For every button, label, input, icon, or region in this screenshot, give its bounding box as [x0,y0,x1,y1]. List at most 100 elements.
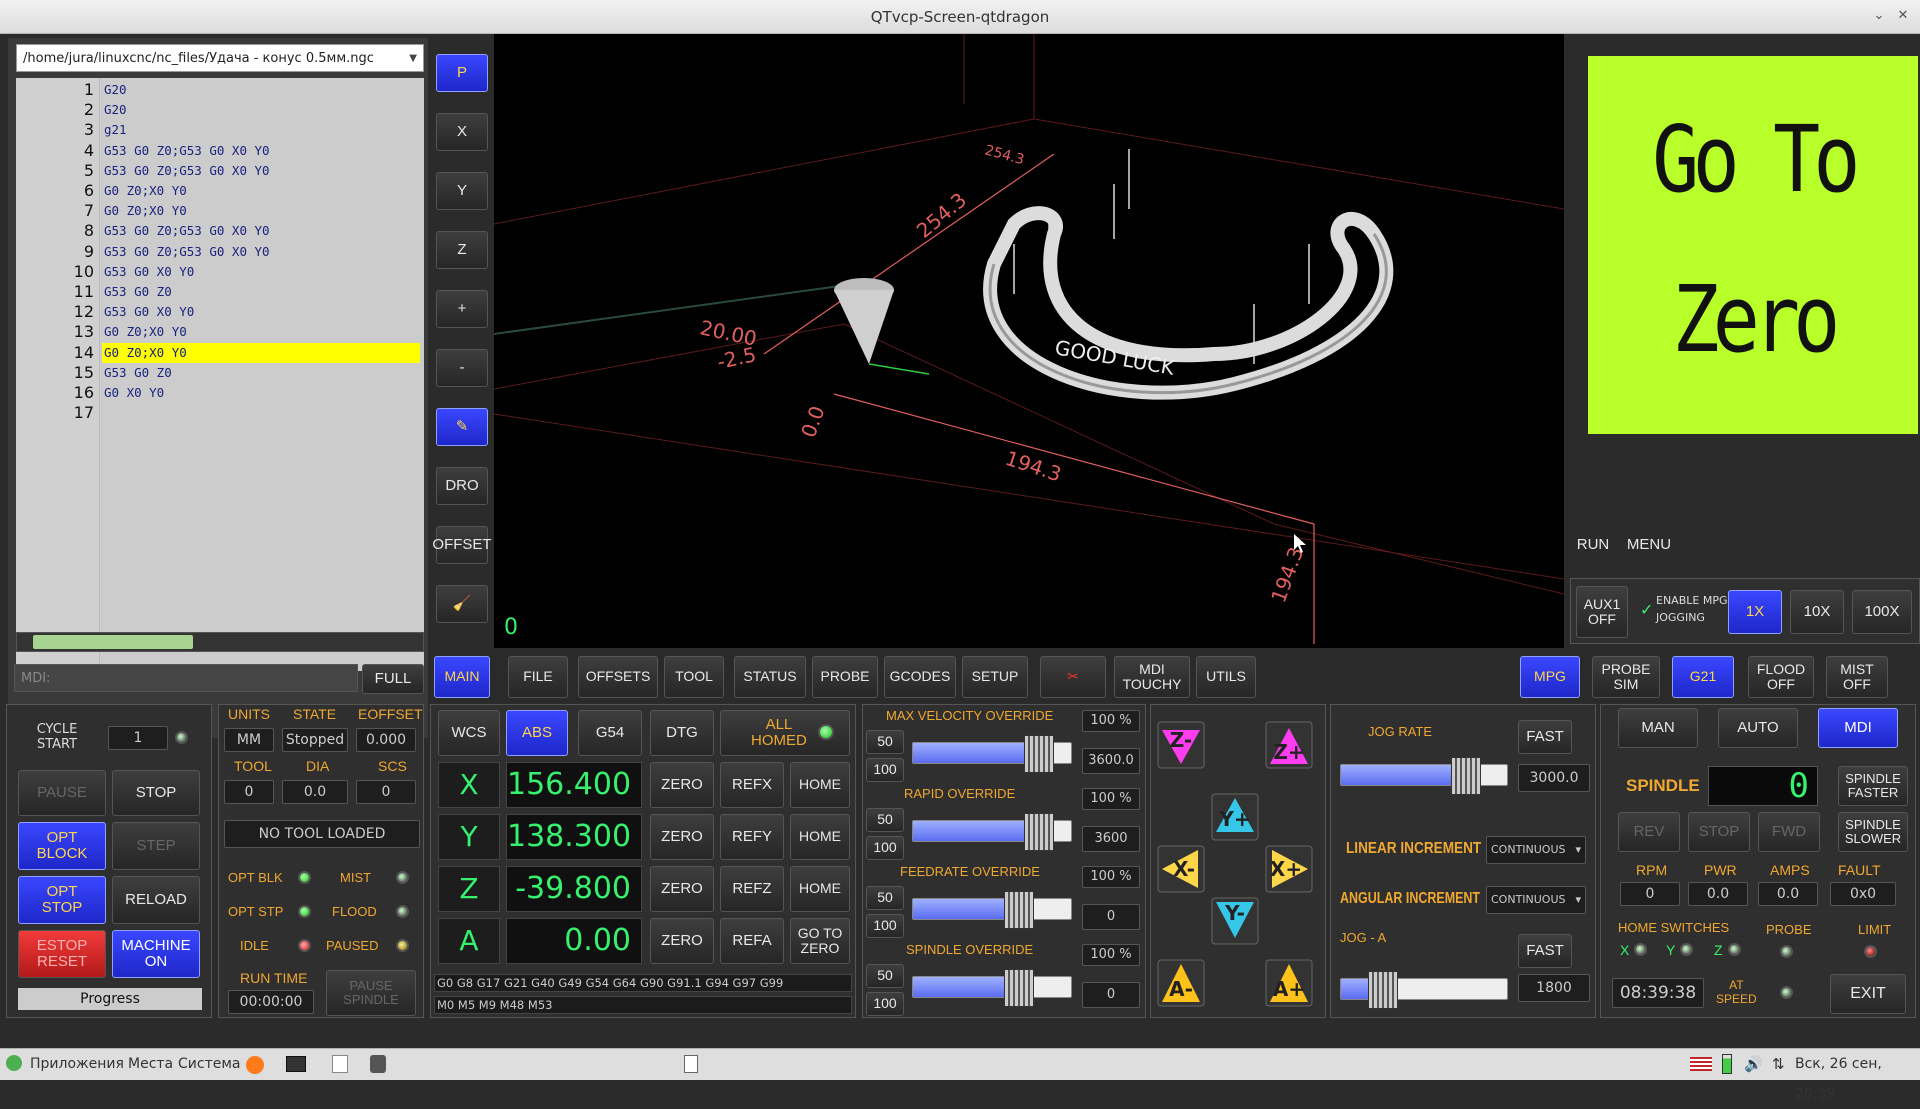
override-100-button[interactable]: 100 [866,836,904,860]
zero-z-button[interactable]: ZERO [650,866,714,912]
zero-y-button[interactable]: ZERO [650,814,714,860]
taskbar-clock[interactable]: Вск, 26 сен, 20:39 [1795,1049,1920,1109]
slider-handle[interactable] [1024,735,1055,773]
code-line[interactable]: 6 G0 Z0;X0 Y0 [16,181,424,201]
cycle-start-label[interactable]: CYCLE START [20,722,94,752]
tab-main[interactable]: MAIN [434,656,490,698]
view-y-button[interactable]: Y [436,172,488,210]
3d-preview-viewport[interactable]: 254.3 254.3 20.00 -2.5 0.0 194.3 194.3 G… [494,34,1564,648]
view-z-button[interactable]: Z [436,231,488,269]
slider-handle[interactable] [1003,891,1034,929]
step-button[interactable]: STEP [112,822,200,870]
override-slider[interactable] [912,735,1072,773]
spindle-faster-button[interactable]: SPINDLE FASTER [1838,766,1908,806]
exit-button[interactable]: EXIT [1830,974,1906,1014]
code-line[interactable]: 15 G53 G0 Z0 [16,363,424,383]
us-flag-icon[interactable] [1690,1057,1712,1071]
tab-utils[interactable]: UTILS [1196,656,1256,698]
check-icon[interactable]: ✓ [1640,600,1653,619]
full-button[interactable]: FULL [362,664,424,694]
tab-tools[interactable]: ✂ [1040,656,1106,698]
tab-setup[interactable]: SETUP [962,656,1028,698]
horizontal-scrollbar[interactable] [16,632,424,652]
tab-file[interactable]: FILE [508,656,568,698]
code-line[interactable]: 5 G53 G0 Z0;G53 G0 X0 Y0 [16,161,424,181]
slider-handle[interactable] [1003,969,1034,1007]
zero-x-button[interactable]: ZERO [650,762,714,808]
gcode-editor[interactable]: 1 G20 2 G20 3 g21 4 G53 G0 Z0;G53 G0 X0 Y0 5 G53 … [16,78,424,671]
toggle-g21[interactable]: G21 [1672,656,1734,698]
code-line[interactable]: 3 g21 [16,120,424,140]
override-50-button[interactable]: 50 [866,964,904,988]
jog-100x-button[interactable]: 100X [1852,590,1912,634]
manual-mode-button[interactable]: MAN [1618,708,1698,748]
spindle-rev-button[interactable]: REV [1618,812,1680,852]
aux1-button[interactable]: AUX1 OFF [1576,586,1628,638]
toggle-flood-off[interactable]: FLOOD OFF [1748,656,1814,698]
code-line[interactable]: 7 G0 Z0;X0 Y0 [16,201,424,221]
angular-increment-select[interactable]: CONTINUOUS ▾ [1486,886,1586,914]
tab-offsets[interactable]: OFFSETS [578,656,658,698]
scrollbar-thumb[interactable] [33,635,193,649]
stop-button[interactable]: STOP [112,770,200,816]
home-a-button[interactable]: GO TO ZERO [790,918,850,964]
mdi-input[interactable]: MDI: [14,664,358,692]
firefox-icon[interactable] [246,1056,264,1074]
opt-block-button[interactable]: OPT BLOCK [18,822,106,870]
pause-button[interactable]: PAUSE [18,770,106,816]
code-line[interactable]: 2 G20 [16,100,424,120]
code-line[interactable]: 8 G53 G0 Z0;G53 G0 X0 Y0 [16,221,424,241]
offset-button[interactable]: OFFSET [432,526,492,564]
override-50-button[interactable]: 50 [866,808,904,832]
override-100-button[interactable]: 100 [866,758,904,782]
close-icon[interactable]: ✕ [1894,7,1912,25]
jog-buttons[interactable]: Z- Z+ Y+ X- X+ Y- A- A+ [1150,704,1326,1018]
spindle-slower-button[interactable]: SPINDLE SLOWER [1838,812,1908,852]
home-x-button[interactable]: HOME [790,762,850,808]
code-line[interactable]: 11 G53 G0 Z0 [16,282,424,302]
file-path-select[interactable]: /home/jura/linuxcnc/nc_files/Удача - кон… [16,44,424,72]
code-line[interactable]: 10 G53 G0 X0 Y0 [16,262,424,282]
override-slider[interactable] [912,813,1072,851]
slider-handle[interactable] [1367,971,1398,1009]
abs-button[interactable]: ABS [506,710,568,756]
code-line[interactable]: 1 G20 [16,80,424,100]
opt-stop-button[interactable]: OPT STOP [18,876,106,924]
reload-button[interactable]: RELOAD [112,876,200,924]
tab-probe[interactable]: PROBE [812,656,878,698]
tab-gcodes[interactable]: GCODES [884,656,956,698]
dro-button[interactable]: DRO [436,467,488,505]
ref-y-button[interactable]: REFY [720,814,784,860]
chevron-down-icon[interactable]: ▾ [1575,837,1581,863]
terminal-icon[interactable] [286,1056,306,1072]
toggle-mist-off[interactable]: MIST OFF [1826,656,1888,698]
network-icon[interactable]: ⇅ [1772,1049,1785,1079]
pause-spindle-button[interactable]: PAUSE SPINDLE [326,970,416,1016]
linear-increment-select[interactable]: CONTINUOUS ▾ [1486,836,1586,864]
override-slider[interactable] [912,969,1072,1007]
text-editor-icon[interactable] [332,1055,348,1073]
ref-a-button[interactable]: REFA [720,918,784,964]
window-list-icon[interactable] [684,1055,698,1073]
battery-icon[interactable] [1722,1054,1732,1074]
jog-a-fast-button[interactable]: FAST [1518,934,1572,968]
override-100-button[interactable]: 100 [866,992,904,1016]
apps-menu-icon[interactable] [6,1055,22,1071]
slider-handle[interactable] [1024,813,1055,851]
zoom-in-button[interactable]: + [436,290,488,328]
code-line[interactable]: 9 G53 G0 Z0;G53 G0 X0 Y0 [16,242,424,262]
override-50-button[interactable]: 50 [866,730,904,754]
zero-a-button[interactable]: ZERO [650,918,714,964]
code-line[interactable]: 12 G53 G0 X0 Y0 [16,302,424,322]
tab-status[interactable]: STATUS [734,656,806,698]
g54-button[interactable]: G54 [578,710,642,756]
jog-10x-button[interactable]: 10X [1790,590,1844,634]
override-50-button[interactable]: 50 [866,886,904,910]
code-line[interactable]: 16 G0 X0 Y0 [16,383,424,403]
wcs-button[interactable]: WCS [438,710,500,756]
volume-icon[interactable]: 🔊 [1744,1049,1763,1079]
linuxcnc-icon[interactable] [370,1055,386,1073]
mdi-mode-button[interactable]: MDI [1818,708,1898,748]
jog-fast-button[interactable]: FAST [1518,720,1572,754]
spindle-stop-button[interactable]: STOP [1688,812,1750,852]
